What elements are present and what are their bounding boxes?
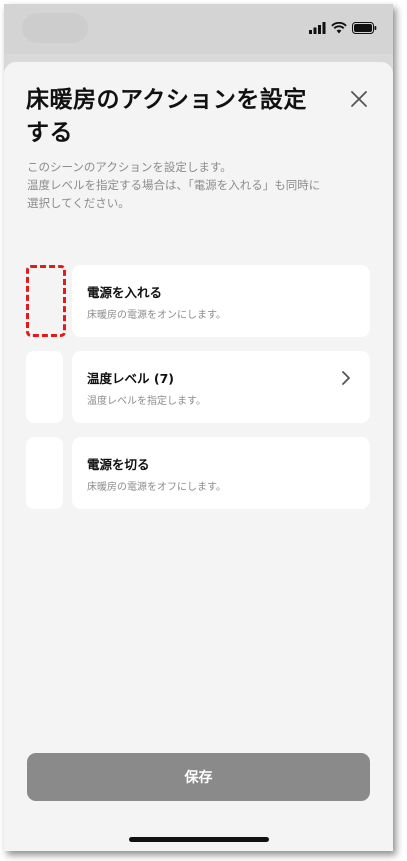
action-select-box[interactable]	[26, 437, 63, 509]
home-indicator	[129, 837, 269, 842]
action-title: 温度レベル (7)	[87, 371, 174, 386]
battery-icon	[352, 22, 377, 34]
action-card-power-off[interactable]: 電源を切る 床暖房の電源をオフにします。	[72, 437, 370, 509]
action-row-temperature-level: 温度レベル (7) 温度レベルを指定します。	[26, 351, 376, 423]
action-subtitle: 床暖房の電源をオフにします。	[87, 482, 226, 493]
cellular-signal-icon	[309, 22, 326, 34]
page-title-line2: する	[26, 120, 73, 146]
wifi-icon	[331, 22, 347, 34]
action-select-box-highlighted[interactable]	[26, 265, 66, 337]
action-row-power-off: 電源を切る 床暖房の電源をオフにします。	[26, 437, 376, 509]
action-select-box[interactable]	[26, 351, 63, 423]
chevron-right-icon	[342, 371, 350, 385]
status-icons	[309, 20, 377, 34]
action-subtitle: 床暖房の電源をオンにします。	[87, 310, 226, 321]
action-title: 電源を入れる	[87, 285, 163, 300]
description: このシーンのアクションを設定します。 温度レベルを指定する場合は、「電源を入れる…	[27, 158, 377, 212]
description-line2: 温度レベルを指定する場合は、「電源を入れる」も同時に	[27, 178, 321, 192]
status-time-placeholder	[22, 13, 88, 43]
save-button[interactable]: 保存	[27, 753, 370, 801]
description-line1: このシーンのアクションを設定します。	[27, 160, 232, 174]
action-subtitle: 温度レベルを指定します。	[87, 396, 206, 407]
description-line3: 選択してください。	[27, 196, 130, 210]
close-icon	[351, 91, 367, 107]
action-settings-sheet: 床暖房のアクションを設定 する このシーンのアクションを設定します。 温度レベル…	[4, 62, 393, 851]
page-title: 床暖房のアクションを設定 する	[26, 84, 344, 150]
action-card-power-on[interactable]: 電源を入れる 床暖房の電源をオンにします。	[72, 265, 370, 337]
close-button[interactable]	[348, 88, 370, 110]
action-card-temperature-level[interactable]: 温度レベル (7) 温度レベルを指定します。	[72, 351, 370, 423]
page-title-line1: 床暖房のアクションを設定	[26, 87, 307, 113]
status-bar	[4, 4, 393, 54]
action-title: 電源を切る	[87, 457, 150, 472]
action-row-power-on: 電源を入れる 床暖房の電源をオンにします。	[26, 265, 376, 337]
phone-frame: 床暖房のアクションを設定 する このシーンのアクションを設定します。 温度レベル…	[4, 4, 393, 851]
